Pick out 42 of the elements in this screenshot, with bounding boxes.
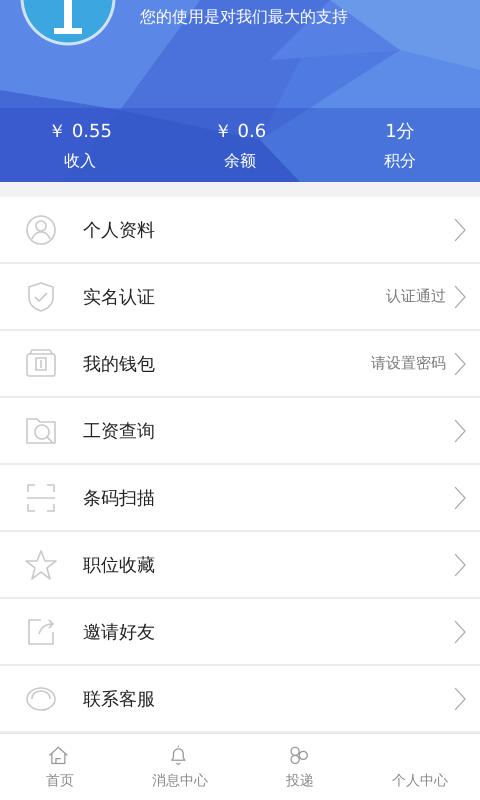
stat-value: ￥ 0.6 [214, 120, 266, 142]
menu-item[interactable]: 工资查询 [0, 398, 480, 463]
menu-item[interactable]: 联系客服 [0, 666, 480, 731]
chevron-icon [454, 284, 466, 308]
chevron-icon [454, 418, 466, 442]
menu-item[interactable]: 邀请好友 [0, 599, 480, 664]
menu-label: 职位收藏 [83, 554, 156, 576]
menu-label: 联系客服 [83, 688, 156, 710]
stat-label: 收入 [64, 150, 96, 172]
menu-item[interactable]: 职位收藏 [0, 532, 480, 597]
menu-item[interactable]: 实名认证 认证通过 [0, 264, 480, 329]
menu-label: 个人资料 [83, 218, 156, 242]
menu-label: 我的钱包 [83, 352, 156, 376]
star-icon [25, 548, 57, 580]
menu-label: 邀请好友 [83, 620, 156, 644]
stat-label: 积分 [384, 150, 416, 172]
chevron-icon [454, 352, 466, 376]
status-text: 认证通过 [386, 287, 446, 306]
menu-label: 条码扫描 [83, 486, 156, 510]
stat-label: 余额 [224, 150, 256, 172]
chevron-icon [454, 486, 466, 510]
tab[interactable]: 首页 [0, 734, 120, 800]
tab[interactable]: 个人中心 [360, 734, 480, 800]
stat-value: ￥ 0.55 [48, 120, 112, 142]
menu-item[interactable]: 条码扫描 [0, 465, 480, 530]
chevron-icon [454, 620, 466, 644]
menu-item[interactable]: 我的钱包 请设置密码 [0, 331, 480, 396]
status-text: 请设置密码 [371, 354, 446, 373]
tab[interactable]: 消息中心 [120, 734, 240, 800]
stat-value: 1分 [385, 120, 415, 142]
chevron-icon [454, 218, 466, 242]
tab[interactable]: 投递 [240, 734, 360, 800]
menu-item[interactable]: 个人资料 [0, 197, 480, 262]
wallet-icon [25, 348, 57, 380]
subtitle: 您的使用是对我们最大的支持 [140, 7, 348, 28]
person-icon [25, 214, 57, 246]
shield-check-icon [25, 280, 57, 312]
menu-label: 工资查询 [83, 420, 156, 442]
chevron-icon [454, 552, 466, 576]
menu-label: 实名认证 [83, 286, 156, 308]
chevron-icon [454, 686, 466, 710]
scan-icon [25, 482, 57, 514]
